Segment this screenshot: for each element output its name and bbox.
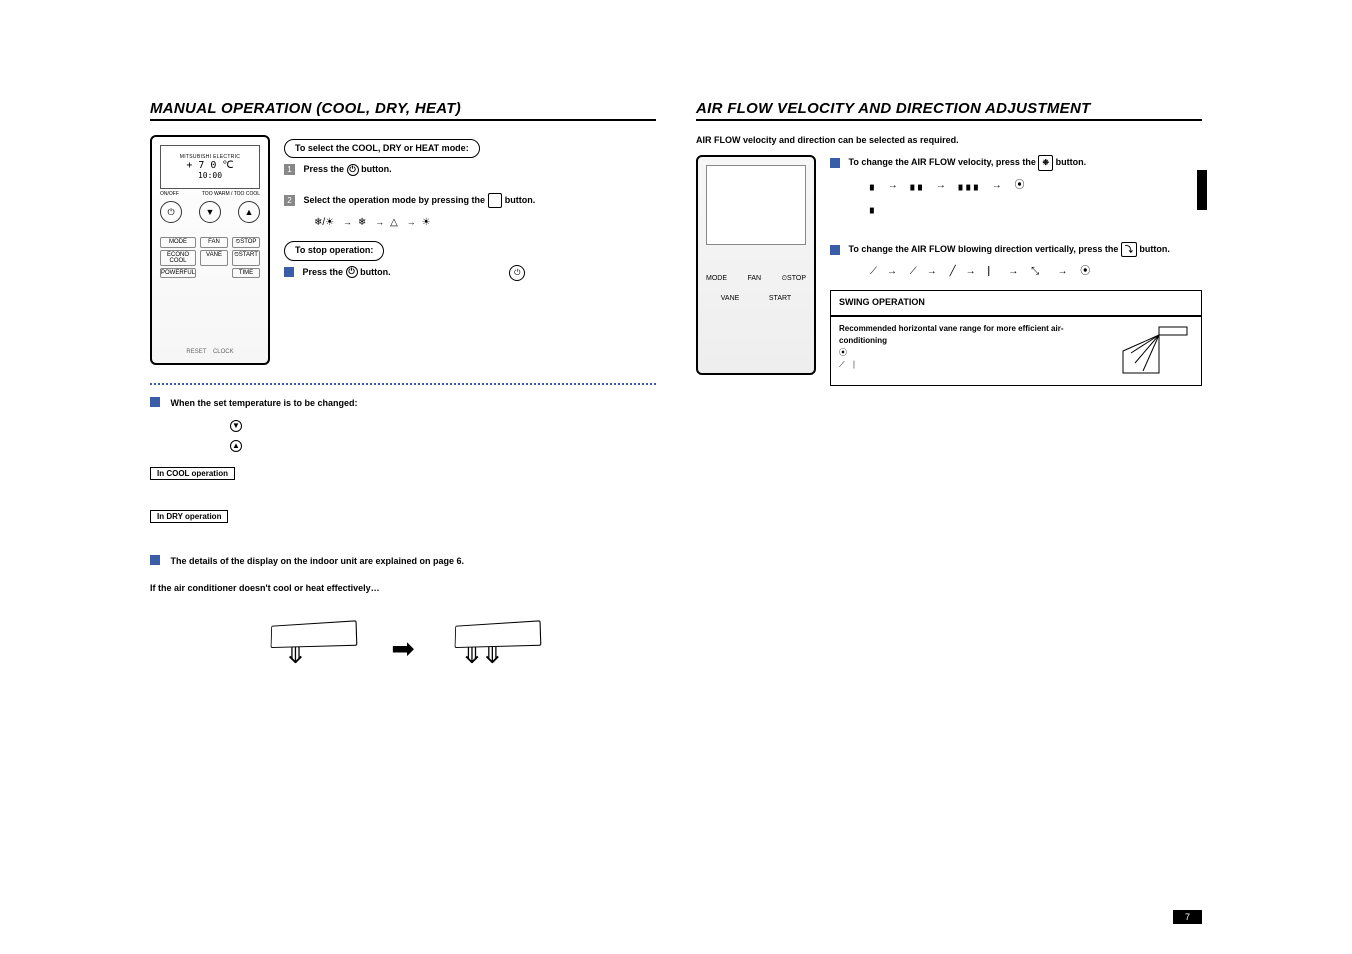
powerful-label: POWERFUL [160, 268, 196, 278]
vane-small-2: ⎸ [854, 360, 862, 369]
right-title: AIR FLOW VELOCITY AND DIRECTION ADJUSTME… [696, 100, 1202, 121]
dotted-divider [150, 383, 656, 385]
stop-press: Press the [303, 267, 344, 277]
vane-pos-4: ⎸ [988, 266, 998, 277]
remote-control-illustration: MITSUBISHI ELECTRIC + 7 0 ℃ 10:00 ON/OFF… [150, 135, 270, 365]
stop-operation-pill: To stop operation: [284, 241, 384, 260]
ac-unit-wide: ⤋⤋ [445, 613, 545, 683]
fan-level-auto: ⦿ [1015, 180, 1025, 191]
stop-timer-label: ⏲STOP [232, 237, 260, 248]
blue-bullet [284, 267, 294, 277]
ac-unit-narrow: ⤋ [261, 613, 361, 683]
step1-text: Press the [304, 164, 345, 174]
mode-button-icon [488, 193, 503, 209]
blue-bullet-3 [150, 555, 160, 565]
airflow-intro: AIR FLOW velocity and direction can be s… [696, 135, 1202, 145]
vane-small-1: ⟋ [839, 360, 845, 369]
r2-mode: MODE [706, 275, 727, 283]
reset-label: RESET [186, 349, 206, 355]
fan-label: FAN [200, 237, 228, 248]
temp-change-heading: When the set temperature is to be change… [170, 398, 357, 408]
power-icon: ⏻ [347, 164, 359, 176]
remote-clock: 10:00 [198, 171, 222, 180]
mode-icon-4: ☀ [422, 217, 431, 228]
page-number: 7 [1173, 910, 1202, 924]
power-button[interactable]: ⏻ [160, 201, 182, 223]
power-icon-large: ⏻ [509, 265, 525, 281]
auto-icon: ⦿ [839, 348, 847, 357]
blue-bullet-r2 [830, 245, 840, 255]
temp-down-button[interactable]: ▼ [199, 201, 221, 223]
remote-temp: + 7 0 ℃ [186, 160, 233, 171]
clock-label: CLOCK [213, 349, 234, 355]
vane-button-icon: ⤵ [1121, 242, 1137, 258]
blue-bullet-2 [150, 397, 160, 407]
temp-up-icon: ▲ [230, 440, 242, 452]
direction-head-a: To change the AIR FLOW blowing direction… [849, 244, 1119, 254]
dry-operation-box: In DRY operation [150, 510, 228, 523]
vane-label: VANE [200, 250, 228, 266]
vane-pos-5: ⤡ [1031, 266, 1039, 277]
mode-icon-1: ❄/☀ [314, 217, 334, 228]
remote-control-illustration-2: MODE FAN ⏲STOP VANE START [696, 155, 816, 375]
section-tab [1197, 170, 1207, 210]
start-timer-label: ⏲START [232, 250, 260, 266]
power-icon-2: ⏻ [346, 266, 358, 278]
if-note: If the air conditioner doesn't cool or h… [150, 583, 656, 593]
fan-level-2: ▖▖ [910, 180, 925, 191]
vane-pos-2: ⟋ [910, 266, 917, 277]
fan-level-start: ▖ [870, 203, 878, 214]
mode-label: MODE [160, 237, 196, 248]
time-label: TIME [232, 268, 260, 278]
r2-fan: FAN [747, 275, 761, 283]
mode-icon-2: ❄ [358, 217, 366, 228]
r2-stop: ⏲STOP [782, 275, 806, 283]
fan-level-3: ▖▖▖ [959, 180, 982, 191]
select-mode-pill: To select the COOL, DRY or HEAT mode: [284, 139, 480, 158]
mode-icon-3: △ [390, 217, 398, 228]
swing-operation-box: SWING OPERATION [830, 290, 1202, 315]
vane-pos-1: ⟋ [870, 266, 877, 277]
fan-level-1: ▖ [870, 180, 878, 191]
step-1-badge: 1 [284, 164, 295, 175]
econo-label: ECONO COOL [160, 250, 196, 266]
ac-unit-illustration-row: ⤋ ➡ ⤋⤋ [150, 613, 656, 683]
step-2-badge: 2 [284, 195, 295, 206]
rec-text: Recommended horizontal vane range for mo… [839, 324, 1064, 345]
cool-operation-box: In COOL operation [150, 467, 235, 480]
vane-pos-auto: ⦿ [1080, 266, 1090, 277]
vane-range-illustration [1113, 323, 1193, 379]
indoor-display-note: The details of the display on the indoor… [170, 556, 464, 566]
airflow-instructions: To change the AIR FLOW velocity, press t… [830, 155, 1202, 386]
recommended-vane-box: Recommended horizontal vane range for mo… [830, 316, 1202, 386]
left-title: MANUAL OPERATION (COOL, DRY, HEAT) [150, 100, 656, 121]
step2-text: Select the operation mode by pressing th… [304, 195, 486, 205]
r2-vane: VANE [721, 295, 740, 302]
stop-after: button. [360, 267, 391, 277]
velocity-head-b: button. [1056, 157, 1087, 167]
instruction-block: To select the COOL, DRY or HEAT mode: 1 … [284, 135, 535, 365]
step2-after: button. [505, 195, 536, 205]
r2-start: START [769, 295, 791, 302]
temp-down-icon: ▼ [230, 420, 242, 432]
blue-bullet-r1 [830, 158, 840, 168]
velocity-head-a: To change the AIR FLOW velocity, press t… [849, 157, 1036, 167]
temp-up-button[interactable]: ▲ [238, 201, 260, 223]
transform-arrow-icon: ➡ [391, 632, 414, 665]
vane-pos-3: ╱ [950, 266, 956, 277]
direction-head-b: button. [1139, 244, 1170, 254]
fan-button-icon: ❉ [1038, 155, 1053, 171]
step1-after: button. [361, 164, 392, 174]
